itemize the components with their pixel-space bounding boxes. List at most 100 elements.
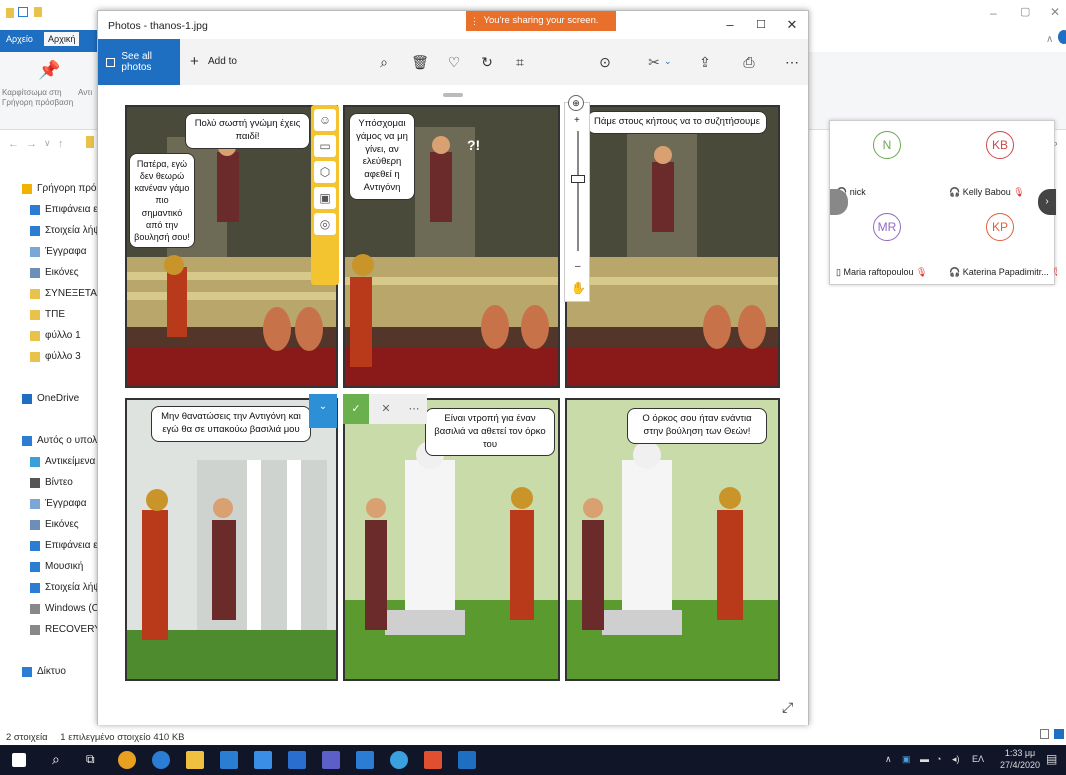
tree-item[interactable]: Δίκτυο: [0, 661, 98, 682]
scroll-right-button[interactable]: ›: [1038, 189, 1056, 215]
edge-icon[interactable]: [152, 751, 170, 769]
tree-item[interactable]: Εικόνες: [0, 514, 98, 535]
teams-icon[interactable]: [322, 751, 340, 769]
tab-home[interactable]: Αρχική: [44, 32, 80, 46]
speech-bubble-icon[interactable]: ▭: [314, 135, 336, 157]
share-icon[interactable]: ⇪: [694, 51, 716, 73]
crop-icon[interactable]: ⌗: [509, 51, 531, 73]
filmstrip-handle[interactable]: [443, 93, 463, 97]
chevron-up-icon[interactable]: ∧: [1046, 34, 1053, 45]
heart-icon[interactable]: ♡: [443, 51, 465, 73]
edit-icon[interactable]: ✂: [643, 51, 665, 73]
wifi-icon[interactable]: ◔: [936, 754, 941, 764]
back-icon[interactable]: ←: [8, 138, 19, 150]
tree-item[interactable]: Windows (C:): [0, 598, 98, 619]
clock[interactable]: 1:33 μμ 27/4/2020: [1000, 748, 1040, 771]
tree-item[interactable]: ΤΠΕ: [0, 304, 98, 325]
camera-icon[interactable]: ◎: [314, 213, 336, 235]
minus-icon[interactable]: –: [575, 261, 581, 272]
tree-item[interactable]: Έγγραφα: [0, 241, 98, 262]
copy-button[interactable]: Αντι: [78, 88, 92, 97]
dropbox-icon[interactable]: [220, 751, 238, 769]
volume-icon[interactable]: ◂): [952, 754, 960, 765]
tree-item[interactable]: OneDrive: [0, 388, 98, 409]
tree-item[interactable]: Επιφάνεια εργασίας: [0, 535, 98, 556]
slider-track[interactable]: [577, 131, 579, 251]
zoom-in-icon[interactable]: ⊕: [568, 95, 584, 111]
more-icon[interactable]: ⋯: [781, 51, 803, 73]
chrome-icon[interactable]: [118, 751, 136, 769]
chevron-down-icon[interactable]: ⌄: [664, 56, 672, 67]
tab-file[interactable]: Αρχείο: [6, 34, 33, 44]
tray-app-icon[interactable]: ▣: [902, 754, 911, 765]
participant-tile[interactable]: KP 🎧 Katerina Papadimitr... 🎙: [943, 203, 1057, 283]
tree-item[interactable]: Αυτός ο υπολογιστής: [0, 430, 98, 451]
pan-hand-icon[interactable]: ✋: [571, 281, 586, 295]
up-icon[interactable]: ↑: [58, 138, 64, 150]
slider-thumb[interactable]: [571, 175, 585, 183]
tree-item[interactable]: φύλλο 3: [0, 346, 98, 367]
image-icon[interactable]: ▣: [314, 187, 336, 209]
file-explorer-icon[interactable]: [254, 751, 272, 769]
see-all-photos-button[interactable]: See all photos: [98, 39, 180, 85]
language-indicator[interactable]: ΕΛ: [972, 754, 984, 764]
image-canvas[interactable]: Πολύ σωστή γνώμη έχεις παιδί! Πατέρα, εγ…: [98, 85, 808, 725]
notifications-icon[interactable]: ▤: [1046, 752, 1057, 766]
tree-item[interactable]: φύλλο 1: [0, 325, 98, 346]
chevron-down-icon[interactable]: ⌄: [309, 394, 337, 428]
pin-quick-access-button[interactable]: Καρφίτσωμα στη Γρήγορη πρόσβαση: [2, 88, 80, 109]
maximize-button[interactable]: ▢: [1020, 5, 1030, 18]
close-icon[interactable]: ✕: [373, 394, 399, 424]
tree-item[interactable]: Γρήγορη πρόσβαση: [0, 178, 98, 199]
expand-icon[interactable]: ⤢: [782, 699, 793, 716]
shape-icon[interactable]: ⬡: [314, 161, 336, 183]
zoom-icon[interactable]: ⌕: [373, 51, 395, 73]
close-button[interactable]: ✕: [1050, 5, 1060, 19]
more-icon[interactable]: ⋯: [401, 394, 427, 424]
tree-item[interactable]: Εικόνες: [0, 262, 98, 283]
tiles-view-icon[interactable]: [1054, 729, 1064, 739]
presentation-icon[interactable]: [424, 751, 442, 769]
delete-icon[interactable]: 🗑: [409, 51, 431, 73]
app-icon[interactable]: [356, 751, 374, 769]
screen-share-banner[interactable]: ⋮ You're sharing your screen.: [466, 11, 616, 31]
forward-icon[interactable]: →: [26, 138, 37, 150]
windows-start-icon[interactable]: [12, 753, 26, 767]
tree-item[interactable]: ΣΥΝΕΞΕΤΑΣΗ: [0, 283, 98, 304]
close-button[interactable]: ✕: [777, 15, 807, 35]
tree-item[interactable]: Στοιχεία λήψης: [0, 577, 98, 598]
plus-icon[interactable]: +: [574, 115, 580, 126]
browser-icon[interactable]: [390, 751, 408, 769]
add-to-button[interactable]: Add to: [208, 56, 237, 67]
store-icon[interactable]: [186, 751, 204, 769]
mail-icon[interactable]: [288, 751, 306, 769]
tree-item[interactable]: RECOVERY (D:): [0, 619, 98, 640]
maximize-button[interactable]: ☐: [746, 15, 776, 35]
plus-icon[interactable]: +: [190, 53, 199, 70]
tree-item[interactable]: Βίντεο: [0, 472, 98, 493]
tree-item[interactable]: Επιφάνεια εργασίας: [0, 199, 98, 220]
details-view-icon[interactable]: [1040, 729, 1049, 739]
chevron-down-icon[interactable]: ∨: [44, 138, 51, 149]
tree-item[interactable]: Έγγραφα: [0, 493, 98, 514]
photos-icon[interactable]: [458, 751, 476, 769]
drag-handle-icon[interactable]: ⋮: [470, 11, 479, 31]
chevron-up-icon[interactable]: ∧: [885, 754, 892, 765]
enhance-icon[interactable]: ⊙: [594, 51, 616, 73]
emoji-icon[interactable]: ☺: [314, 109, 336, 131]
minimize-button[interactable]: –: [715, 15, 745, 35]
task-view-icon[interactable]: ⧉: [86, 752, 95, 767]
rotate-icon[interactable]: ↻: [476, 51, 498, 73]
help-icon[interactable]: [1058, 30, 1066, 44]
tree-item[interactable]: Αντικείμενα 3D: [0, 451, 98, 472]
participant-tile[interactable]: KB 🎧 Kelly Babou 🎙: [943, 121, 1055, 201]
minimize-button[interactable]: –: [990, 6, 997, 20]
participant-tile[interactable]: N 🎧 nick: [830, 121, 942, 201]
print-icon[interactable]: ⎙: [738, 51, 760, 73]
tree-item[interactable]: Μουσική: [0, 556, 98, 577]
participant-tile[interactable]: MR ▯ Maria raftopoulou 🎙: [830, 203, 942, 283]
zoom-slider[interactable]: ⊕ + – ✋: [564, 95, 590, 302]
check-icon[interactable]: ✓: [343, 394, 369, 424]
tree-item[interactable]: Στοιχεία λήψης: [0, 220, 98, 241]
pin-icon[interactable]: 📌: [38, 60, 60, 81]
